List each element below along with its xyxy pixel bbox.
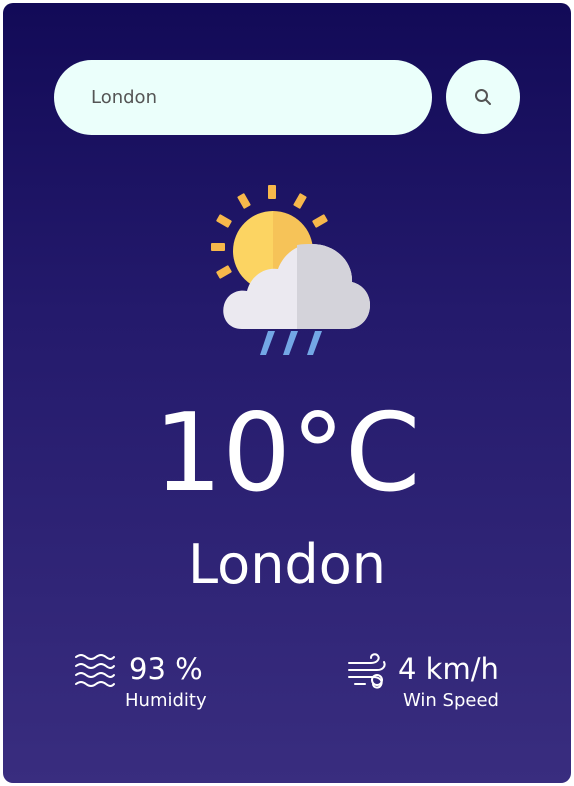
wind-info: 4 km/h Win Speed — [347, 649, 527, 719]
humidity-info: 93 % Humidity — [74, 649, 234, 719]
wind-value: 4 km/h — [398, 652, 499, 686]
wind-icon — [348, 653, 386, 689]
wind-label: Win Speed — [403, 690, 499, 711]
search-input[interactable] — [54, 60, 432, 135]
humidity-label: Humidity — [125, 690, 207, 711]
temperature: 10°C — [153, 391, 421, 516]
search-icon — [475, 89, 491, 105]
city-name: London — [188, 533, 386, 596]
sun-cloud-rain-icon — [202, 181, 372, 359]
humidity-waves-icon — [75, 654, 115, 687]
weather-card: 10°C London 93 % Humidity 4 km/h Win Spe… — [3, 3, 571, 783]
humidity-value: 93 % — [129, 652, 203, 686]
search-bar — [54, 60, 520, 135]
search-button[interactable] — [446, 60, 520, 134]
